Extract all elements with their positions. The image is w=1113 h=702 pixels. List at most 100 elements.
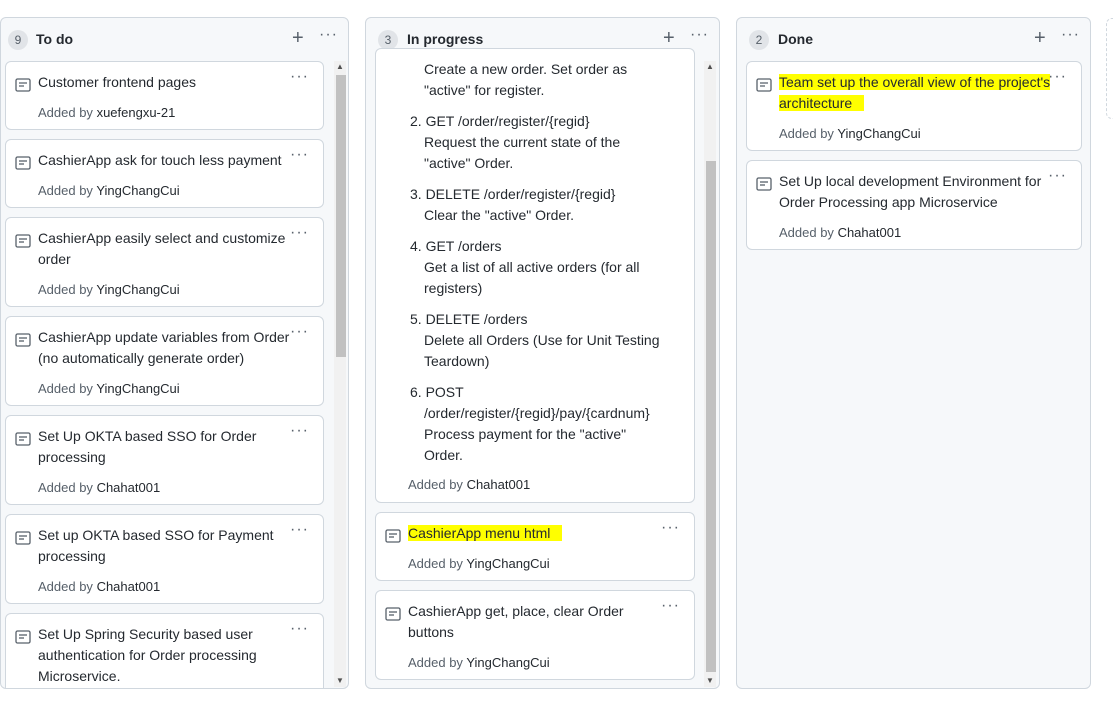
card-count-badge: 9	[8, 30, 28, 50]
card-menu-kebab-icon[interactable]: ···	[290, 68, 309, 86]
added-by: Added by Chahat001	[38, 480, 160, 495]
card-menu-kebab-icon[interactable]: ···	[1048, 68, 1067, 86]
author-link[interactable]: Chahat001	[467, 477, 531, 492]
column-scrollbar[interactable]: ▲ ▼	[334, 61, 346, 687]
card-title[interactable]: CashierApp get, place, clear Order button…	[408, 601, 658, 643]
added-by: Added by YingChangCui	[38, 381, 180, 396]
scroll-down-arrow-icon[interactable]: ▼	[704, 675, 716, 687]
card[interactable]: CashierApp ask for touch less payment ··…	[5, 139, 324, 208]
card-title-line: CashierApp get, place, clear Order	[408, 603, 624, 619]
author-link[interactable]: Chahat001	[97, 480, 161, 495]
card-menu-kebab-icon[interactable]: ···	[290, 521, 309, 539]
card-title-line: Set Up Spring Security based user	[38, 626, 253, 642]
note-icon	[15, 234, 31, 248]
author-link[interactable]: YingChangCui	[96, 183, 179, 198]
added-by: Added by xuefengxu-21	[38, 105, 175, 120]
note-icon	[15, 78, 31, 92]
card-title[interactable]: Set Up Spring Security based user authent…	[38, 624, 287, 687]
author-link[interactable]: Chahat001	[838, 225, 902, 240]
add-card-plus-icon[interactable]: +	[292, 28, 304, 48]
added-by-label: Added by	[779, 225, 834, 240]
card[interactable]: Set up OKTA based SSO for Payment process…	[5, 514, 324, 604]
card[interactable]: CashierApp menu html ··· Added by YingCh…	[375, 512, 695, 581]
card-menu-kebab-icon[interactable]: ···	[661, 597, 680, 615]
card[interactable]: Create a new order. Set order as "active…	[375, 48, 695, 503]
note-icon	[385, 607, 401, 621]
card-menu-kebab-icon[interactable]: ···	[290, 224, 309, 242]
card-body-line: "active" for register.	[424, 82, 545, 98]
card[interactable]: Customer frontend pages ··· Added by xue…	[5, 61, 324, 130]
scroll-up-arrow-icon[interactable]: ▲	[334, 61, 346, 73]
card-menu-kebab-icon[interactable]: ···	[290, 422, 309, 440]
author-link[interactable]: xuefengxu-21	[97, 105, 176, 120]
scroll-up-arrow-icon[interactable]: ▲	[704, 61, 716, 73]
card-body-line: Process payment for the "active"	[424, 426, 627, 442]
card-menu-kebab-icon[interactable]: ···	[290, 620, 309, 638]
added-by-label: Added by	[779, 126, 834, 141]
card-title-line: Set Up OKTA based SSO for Order	[38, 428, 257, 444]
card[interactable]: CashierApp easily select and customize or…	[5, 217, 324, 307]
card-title-line: Set Up local development Environment for	[779, 173, 1042, 189]
column-title: To do	[36, 31, 74, 47]
author-link[interactable]: YingChangCui	[466, 655, 549, 670]
card-title[interactable]: Customer frontend pages	[38, 72, 287, 93]
card-title[interactable]: CashierApp menu html	[408, 523, 658, 544]
card[interactable]: Team set up the overall view of the proj…	[746, 61, 1082, 151]
card-menu-kebab-icon[interactable]: ···	[1048, 167, 1067, 185]
column-menu-kebab-icon[interactable]: ···	[690, 26, 709, 44]
added-by-label: Added by	[38, 480, 93, 495]
card-title[interactable]: Team set up the overall view of the proj…	[779, 72, 1057, 114]
card-body-line: 2. GET /order/register/{regid}	[410, 113, 590, 129]
card-title[interactable]: Set Up local development Environment for…	[779, 171, 1053, 213]
author-link[interactable]: Chahat001	[97, 579, 161, 594]
card-title-text: CashierApp menu html	[408, 525, 563, 541]
card-title-line: (no automatically generate order)	[38, 350, 245, 366]
add-card-plus-icon[interactable]: +	[1034, 28, 1046, 48]
card-body-line: registers)	[424, 280, 483, 296]
card-body-line: 3. DELETE /order/register/{regid}	[410, 186, 616, 202]
card-title[interactable]: CashierApp update variables from Order (n…	[38, 327, 291, 369]
card-title[interactable]: Set Up OKTA based SSO for Order processin…	[38, 426, 287, 468]
card[interactable]: Set Up Spring Security based user authent…	[5, 613, 324, 688]
card-count-badge: 2	[749, 30, 769, 50]
note-icon	[15, 432, 31, 446]
card-body-line: Teardown)	[424, 353, 490, 369]
author-link[interactable]: YingChangCui	[96, 381, 179, 396]
card-title[interactable]: CashierApp easily select and customize or…	[38, 228, 287, 270]
add-card-plus-icon[interactable]: +	[663, 28, 675, 48]
author-link[interactable]: YingChangCui	[837, 126, 920, 141]
card-title-line: architecture	[779, 95, 865, 111]
author-link[interactable]: YingChangCui	[96, 282, 179, 297]
card-menu-kebab-icon[interactable]: ···	[661, 519, 680, 537]
added-by: Added by YingChangCui	[38, 183, 180, 198]
card-title-line: authentication for Order processing	[38, 647, 257, 663]
column-title: In progress	[407, 31, 484, 47]
added-by-label: Added by	[408, 477, 463, 492]
added-by: Added by YingChangCui	[38, 282, 180, 297]
card[interactable]: Set Up OKTA based SSO for Order processin…	[5, 415, 324, 505]
scrollbar-thumb[interactable]	[706, 161, 716, 672]
note-icon	[385, 529, 401, 543]
added-by-label: Added by	[38, 579, 93, 594]
added-by: Added by Chahat001	[779, 225, 901, 240]
column-menu-kebab-icon[interactable]: ···	[319, 26, 338, 44]
column-scrollbar[interactable]: ▲ ▼	[704, 61, 716, 687]
card-title[interactable]: CashierApp ask for touch less payment	[38, 150, 287, 171]
card[interactable]: Set Up local development Environment for…	[746, 160, 1082, 250]
column-title: Done	[778, 31, 813, 47]
added-by: Added by YingChangCui	[408, 556, 550, 571]
scroll-down-arrow-icon[interactable]: ▼	[334, 675, 346, 687]
added-by: Added by Chahat001	[408, 477, 530, 492]
card[interactable]: CashierApp update variables from Order (n…	[5, 316, 324, 406]
author-link[interactable]: YingChangCui	[466, 556, 549, 571]
added-by-label: Added by	[38, 282, 93, 297]
column-menu-kebab-icon[interactable]: ···	[1061, 26, 1080, 44]
card-menu-kebab-icon[interactable]: ···	[290, 146, 309, 164]
card-title[interactable]: Set up OKTA based SSO for Payment process…	[38, 525, 287, 567]
added-by-label: Added by	[38, 183, 93, 198]
column-header: 2 Done + ···	[737, 18, 1090, 60]
card-menu-kebab-icon[interactable]: ···	[290, 323, 309, 341]
card[interactable]: CashierApp get, place, clear Order button…	[375, 590, 695, 680]
add-column-placeholder[interactable]	[1106, 18, 1113, 119]
scrollbar-thumb[interactable]	[336, 75, 346, 357]
